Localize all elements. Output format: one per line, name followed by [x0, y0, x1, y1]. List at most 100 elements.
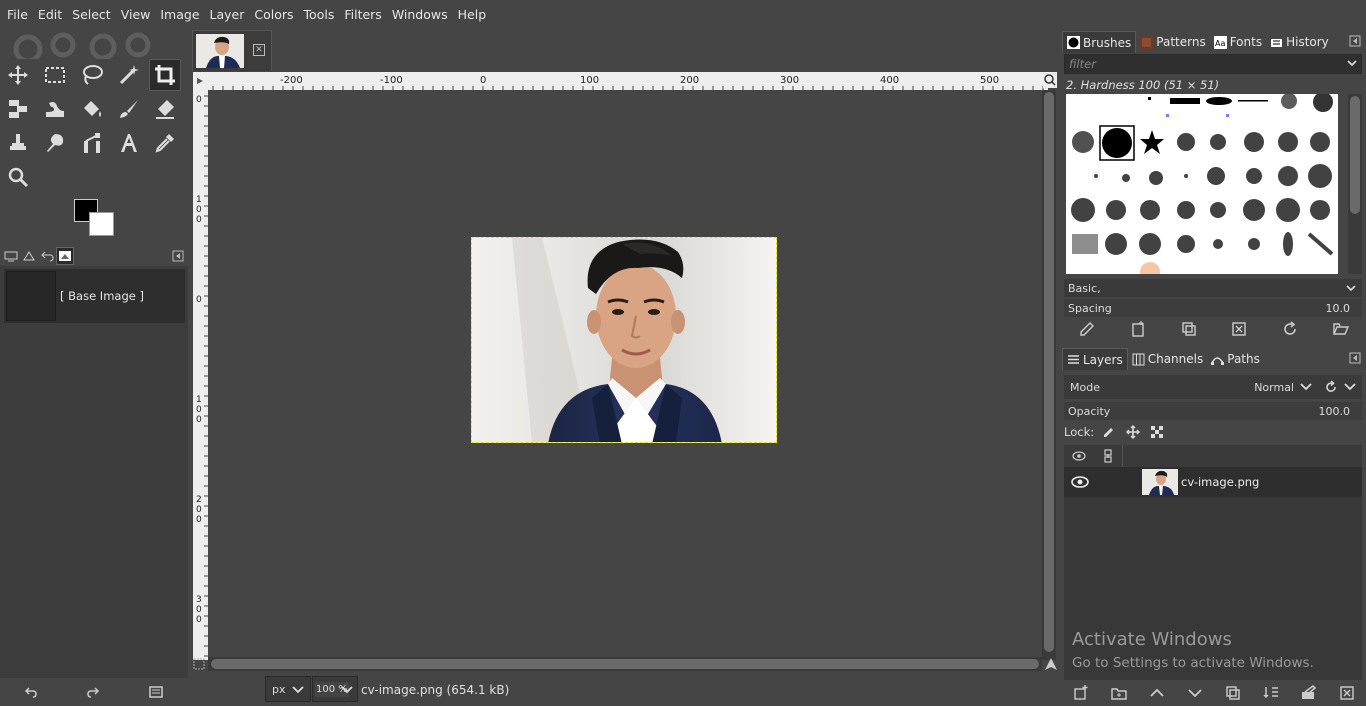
tab-fonts[interactable]: Aa Fonts: [1210, 31, 1266, 53]
vertical-ruler[interactable]: 01000100200300: [193, 90, 208, 660]
spacing-label: Spacing: [1068, 301, 1112, 315]
undo-history-tab-icon[interactable]: [38, 247, 56, 265]
horizontal-scrollbar[interactable]: [208, 657, 1042, 671]
open-brush-icon[interactable]: [1332, 320, 1350, 338]
crop-tool-icon[interactable]: [149, 59, 181, 91]
lower-layer-icon[interactable]: [1186, 684, 1204, 702]
spacing-slider[interactable]: Spacing 10.0: [1064, 299, 1362, 317]
switch-mode-icon[interactable]: [1324, 380, 1338, 394]
menu-file[interactable]: File: [2, 0, 33, 29]
delete-brush-icon[interactable]: [1230, 320, 1248, 338]
quick-mask-icon[interactable]: [193, 658, 205, 670]
undo-icon[interactable]: [24, 685, 38, 699]
clone-tool-icon[interactable]: [2, 127, 34, 159]
fuzzy-select-tool-icon[interactable]: [113, 59, 145, 91]
portrait-image[interactable]: [471, 237, 777, 443]
tab-history[interactable]: History: [1266, 31, 1333, 53]
menu-image[interactable]: Image: [155, 0, 204, 29]
list-item[interactable]: [ Base Image ]: [4, 269, 185, 323]
close-icon[interactable]: ✕: [253, 44, 265, 56]
unit-value: px: [272, 682, 286, 696]
status-text: cv-image.png (654.1 kB): [361, 683, 510, 697]
ruler-corner[interactable]: [193, 72, 208, 90]
lasso-tool-icon[interactable]: [76, 59, 108, 91]
navigate-icon[interactable]: [1044, 657, 1058, 671]
layer-visibility-icon[interactable]: [1071, 475, 1089, 489]
menu-colors[interactable]: Colors: [249, 0, 298, 29]
bucket-fill-tool-icon[interactable]: [76, 93, 108, 125]
menu-tools[interactable]: Tools: [299, 0, 340, 29]
menu-filters[interactable]: Filters: [339, 0, 386, 29]
tab-paths[interactable]: Paths: [1207, 348, 1264, 370]
duplicate-brush-icon[interactable]: [1180, 320, 1198, 338]
tab-channels[interactable]: Channels: [1128, 348, 1208, 370]
horizontal-ruler[interactable]: -200 -100 0 100 200 300 400 500: [208, 72, 1048, 90]
brush-grid[interactable]: [1066, 94, 1338, 274]
tab-patterns-label: Patterns: [1156, 35, 1206, 49]
opacity-slider[interactable]: Opacity 100.0: [1064, 402, 1362, 420]
move-tool-icon[interactable]: [2, 59, 34, 91]
paintbrush-tool-icon[interactable]: [113, 93, 145, 125]
redo-icon[interactable]: [86, 685, 100, 699]
image-tab[interactable]: ✕: [192, 30, 272, 71]
clear-history-icon[interactable]: [148, 685, 164, 699]
tool-options-tab-icon[interactable]: [2, 247, 20, 265]
zoom-fit-icon[interactable]: [1043, 72, 1057, 88]
layer-mode-select[interactable]: Mode Normal: [1064, 375, 1362, 399]
ruler-label: 0: [196, 615, 202, 625]
chevron-down-icon: [1347, 60, 1357, 67]
background-color-swatch[interactable]: [89, 212, 114, 236]
brush-preset-select[interactable]: Basic,: [1064, 279, 1362, 297]
dock-menu-icon[interactable]: [1349, 35, 1361, 47]
menu-view[interactable]: View: [116, 0, 156, 29]
lock-position-icon[interactable]: [1126, 425, 1141, 439]
menu-edit[interactable]: Edit: [33, 0, 67, 29]
menu-layer[interactable]: Layer: [205, 0, 250, 29]
lock-pixels-icon[interactable]: [1102, 425, 1116, 439]
tab-patterns[interactable]: Patterns: [1136, 31, 1209, 53]
dock-menu-icon[interactable]: [1349, 352, 1361, 364]
menu-select[interactable]: Select: [67, 0, 116, 29]
delete-layer-icon[interactable]: [1338, 684, 1356, 702]
paths-tool-icon[interactable]: [76, 127, 108, 159]
refresh-brushes-icon[interactable]: [1281, 320, 1299, 338]
layer-mask-icon[interactable]: [1300, 684, 1318, 702]
brush-filter-input[interactable]: filter: [1064, 54, 1362, 74]
edit-brush-icon[interactable]: [1078, 320, 1096, 338]
menu-windows[interactable]: Windows: [387, 0, 453, 29]
merge-layer-icon[interactable]: [1262, 684, 1280, 702]
chevron-down-icon[interactable]: [1344, 383, 1356, 391]
duplicate-layer-icon[interactable]: [1224, 684, 1242, 702]
menu-help[interactable]: Help: [453, 0, 492, 29]
ruler-label: 400: [880, 75, 899, 86]
warp-tool-icon[interactable]: [39, 93, 71, 125]
color-picker-tool-icon[interactable]: [149, 127, 181, 159]
layer-list[interactable]: [1064, 497, 1362, 680]
images-tab-icon[interactable]: [56, 247, 74, 265]
wilber-logo-icon: [13, 32, 151, 59]
device-status-tab-icon[interactable]: [20, 247, 38, 265]
eraser-tool-icon[interactable]: [149, 93, 181, 125]
new-brush-icon[interactable]: [1129, 320, 1147, 338]
tab-layers[interactable]: Layers: [1062, 348, 1128, 370]
new-layer-icon[interactable]: [1072, 684, 1090, 702]
unit-select[interactable]: px: [265, 676, 311, 702]
brush-scrollbar[interactable]: [1348, 94, 1362, 274]
raise-layer-icon[interactable]: [1148, 684, 1166, 702]
table-row[interactable]: cv-image.png: [1064, 467, 1362, 497]
smudge-tool-icon[interactable]: [39, 127, 71, 159]
dock-menu-icon[interactable]: [172, 250, 184, 262]
lock-row: Lock:: [1064, 423, 1164, 441]
lock-alpha-icon[interactable]: [1150, 425, 1164, 439]
transform-tool-icon[interactable]: [2, 93, 34, 125]
new-layer-group-icon[interactable]: [1110, 684, 1128, 702]
tab-brushes[interactable]: Brushes: [1062, 31, 1137, 53]
ruler-label: 0: [196, 215, 202, 225]
rect-select-tool-icon[interactable]: [39, 59, 71, 91]
images-dock-tabs: [0, 246, 188, 266]
zoom-select[interactable]: 100 %: [312, 676, 358, 702]
ruler-label: 0: [480, 75, 486, 86]
zoom-tool-icon[interactable]: [2, 161, 34, 193]
text-tool-icon[interactable]: [113, 127, 145, 159]
vertical-scrollbar[interactable]: [1042, 90, 1056, 660]
